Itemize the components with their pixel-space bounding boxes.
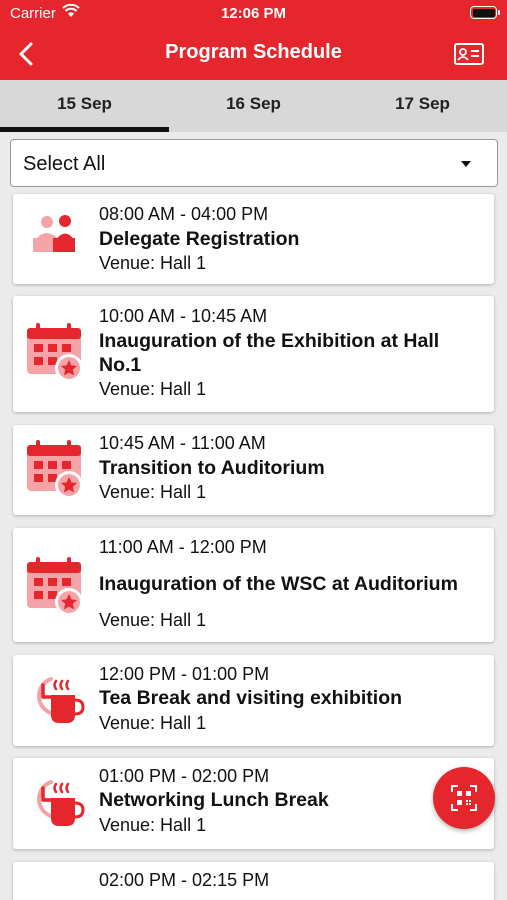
session-card[interactable]: 10:00 AM - 10:45 AM Inauguration of the … [13, 296, 494, 412]
session-title: Inauguration of the Exhibition at Hall N… [99, 330, 440, 376]
session-title: Tea Break and visiting exhibition [99, 687, 403, 709]
tea-break-icon [23, 772, 85, 834]
nav-bar: Program Schedule [0, 28, 507, 80]
status-time: 12:06 PM [220, 5, 287, 22]
session-card[interactable]: 01:00 PM - 02:00 PM Networking Lunch Bre… [13, 758, 494, 849]
session-card[interactable]: 02:00 PM - 02:15 PM [13, 862, 494, 900]
session-time: 11:00 AM - 12:00 PM [99, 537, 267, 557]
registration-icon [23, 208, 85, 270]
session-time: 10:45 AM - 11:00 AM [99, 433, 266, 453]
id-card-icon [454, 43, 484, 65]
session-title: Transition to Auditorium [99, 457, 325, 479]
session-card[interactable]: 12:00 PM - 01:00 PM Tea Break and visiti… [13, 655, 494, 746]
session-card[interactable]: 08:00 AM - 04:00 PM Delegate Registratio… [13, 194, 494, 284]
tab-17-sep[interactable]: 17 Sep [338, 80, 507, 132]
session-venue: Venue: Hall 1 [99, 815, 207, 835]
battery-icon [470, 6, 500, 19]
page-title: Program Schedule [165, 41, 342, 63]
session-venue: Venue: Hall 1 [99, 379, 207, 399]
calendar-star-icon [23, 556, 85, 618]
date-tabs: 15 Sep 16 Sep 17 Sep [0, 80, 507, 132]
id-card-button[interactable] [453, 40, 485, 68]
session-card[interactable]: 11:00 AM - 12:00 PM Inauguration of the … [13, 528, 494, 642]
tab-16-sep[interactable]: 16 Sep [169, 80, 338, 132]
status-bar: Carrier 12:06 PM [0, 0, 507, 28]
select-value: Select All [23, 153, 106, 175]
qr-code-icon [451, 785, 477, 811]
tab-15-sep[interactable]: 15 Sep [0, 80, 169, 132]
session-card[interactable]: 10:45 AM - 11:00 AM Transition to Audito… [13, 425, 494, 515]
category-select[interactable]: Select All [10, 139, 498, 187]
session-venue: Venue: Hall 1 [99, 713, 207, 733]
session-time: 08:00 AM - 04:00 PM [99, 204, 269, 224]
tea-break-icon [23, 669, 85, 731]
session-time: 10:00 AM - 10:45 AM [99, 306, 268, 326]
session-venue: Venue: Hall 1 [99, 610, 207, 630]
calendar-star-icon [23, 439, 85, 501]
qr-scan-button[interactable] [433, 767, 495, 829]
session-title: Inauguration of the WSC at Auditorium [99, 573, 458, 595]
caret-down-icon [461, 161, 471, 167]
session-title: Delegate Registration [99, 228, 300, 250]
session-title: Networking Lunch Break [99, 789, 329, 811]
session-venue: Venue: Hall 1 [99, 482, 207, 502]
session-time: 01:00 PM - 02:00 PM [99, 766, 270, 786]
session-time: 02:00 PM - 02:15 PM [99, 870, 270, 890]
calendar-star-icon [23, 322, 85, 384]
session-time: 12:00 PM - 01:00 PM [99, 664, 270, 684]
session-venue: Venue: Hall 1 [99, 253, 207, 273]
